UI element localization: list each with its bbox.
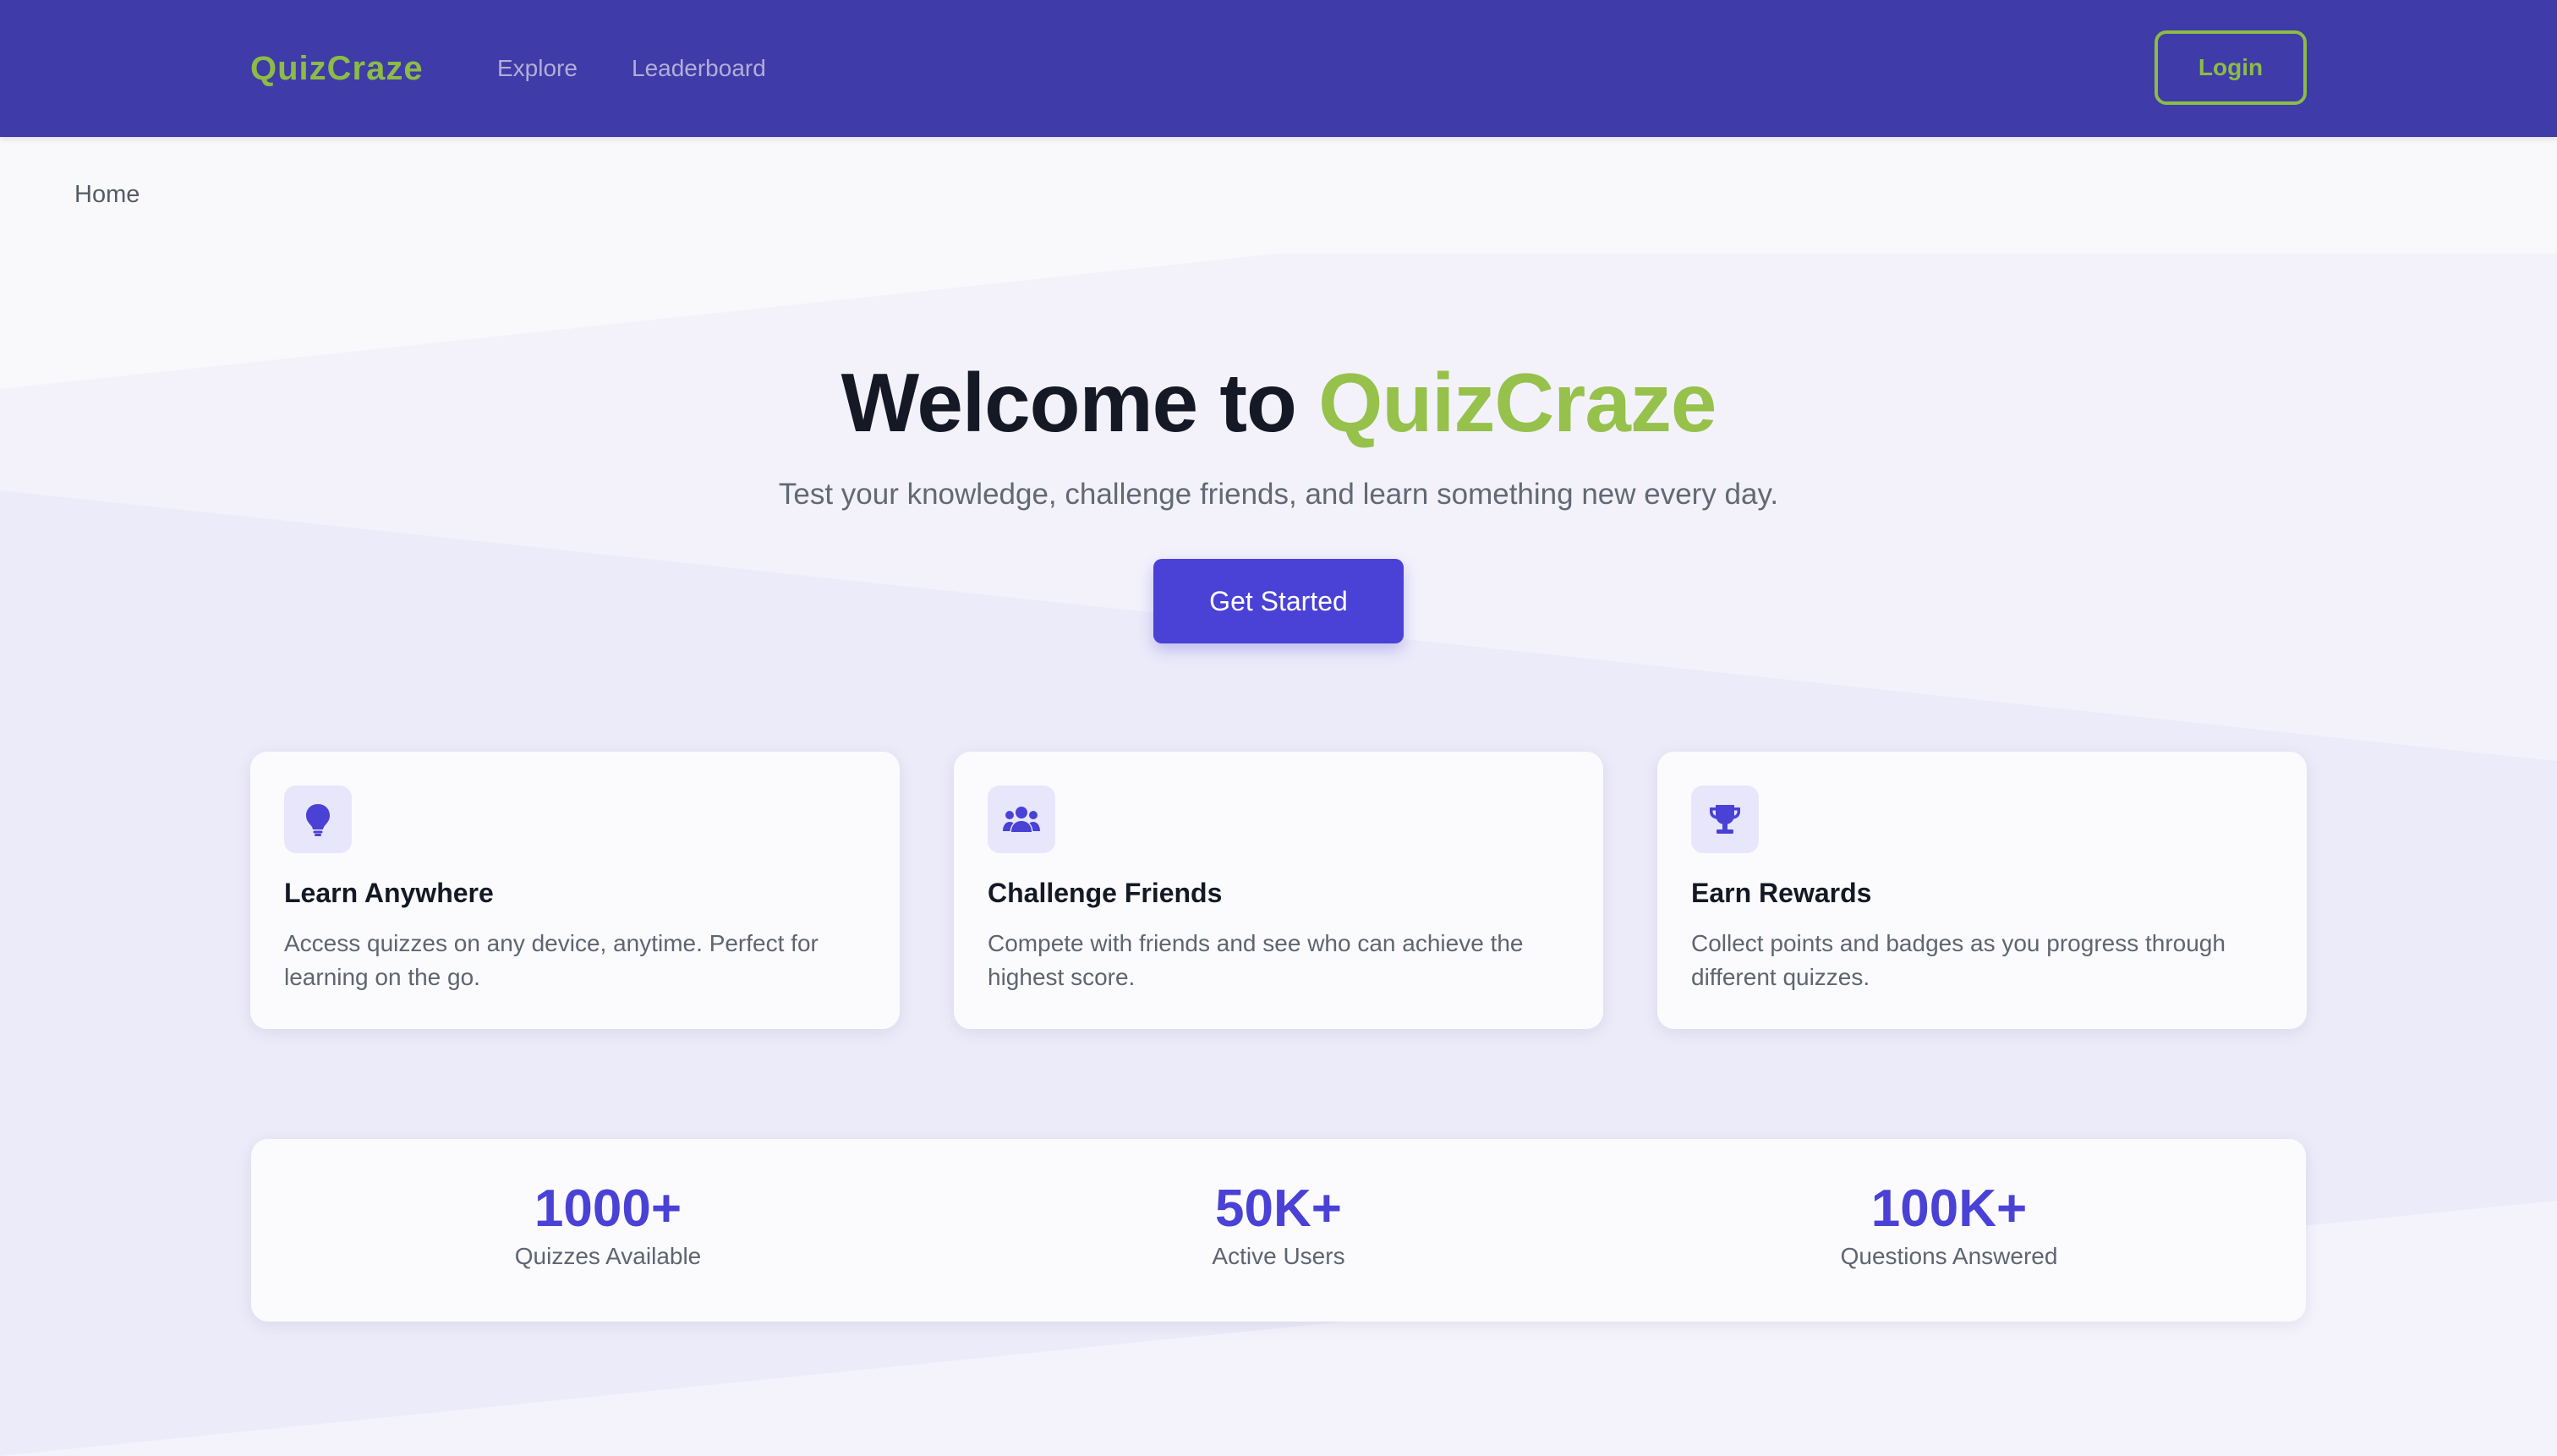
stat-questions: 100K+ Questions Answered [1695, 1180, 2203, 1274]
stat-label: Quizzes Available [514, 1243, 702, 1269]
stat-value: 100K+ [1870, 1180, 2028, 1238]
feature-title: Learn Anywhere [284, 878, 494, 908]
stat-value: 1000+ [534, 1180, 682, 1238]
feature-description: Compete with friends and see who can ach… [988, 930, 1524, 990]
hero-title: Welcome to QuizCraze [0, 352, 2557, 453]
top-navbar: QuizCraze Explore Leaderboard Login [0, 0, 2557, 137]
stat-users: 50K+ Active Users [1025, 1180, 1532, 1274]
brand-logo[interactable]: QuizCraze [250, 47, 424, 90]
lightbulb-icon [284, 785, 352, 853]
feature-card-earn-rewards: Earn Rewards Collect points and badges a… [1657, 752, 2307, 1029]
nav-link-explore[interactable]: Explore [497, 52, 578, 85]
breadcrumb: Home [74, 181, 140, 209]
stat-label: Active Users [1212, 1243, 1345, 1269]
nav-link-leaderboard[interactable]: Leaderboard [632, 52, 766, 85]
feature-description: Collect points and badges as you progres… [1691, 930, 2226, 990]
users-icon [988, 785, 1055, 853]
feature-description: Access quizzes on any device, anytime. P… [284, 930, 819, 990]
feature-card-challenge-friends: Challenge Friends Compete with friends a… [954, 752, 1603, 1029]
breadcrumb-home[interactable]: Home [74, 181, 140, 208]
stat-label: Questions Answered [1840, 1243, 2058, 1269]
page: QuizCraze Explore Leaderboard Login Home… [0, 0, 2557, 1456]
hero-title-prefix: Welcome to [840, 356, 1319, 449]
get-started-button[interactable]: Get Started [1153, 559, 1404, 643]
trophy-icon [1691, 785, 1759, 853]
stat-quizzes: 1000+ Quizzes Available [354, 1180, 862, 1274]
hero-subtitle: Test your knowledge, challenge friends, … [778, 478, 1779, 511]
feature-title: Earn Rewards [1691, 878, 1872, 908]
stat-value: 50K+ [1215, 1180, 1342, 1238]
feature-title: Challenge Friends [988, 878, 1223, 908]
stats-panel: 1000+ Quizzes Available 50K+ Active User… [251, 1139, 2306, 1322]
login-button[interactable]: Login [2155, 30, 2307, 105]
hero-title-accent: QuizCraze [1318, 356, 1717, 449]
feature-card-learn-anywhere: Learn Anywhere Access quizzes on any dev… [250, 752, 900, 1029]
